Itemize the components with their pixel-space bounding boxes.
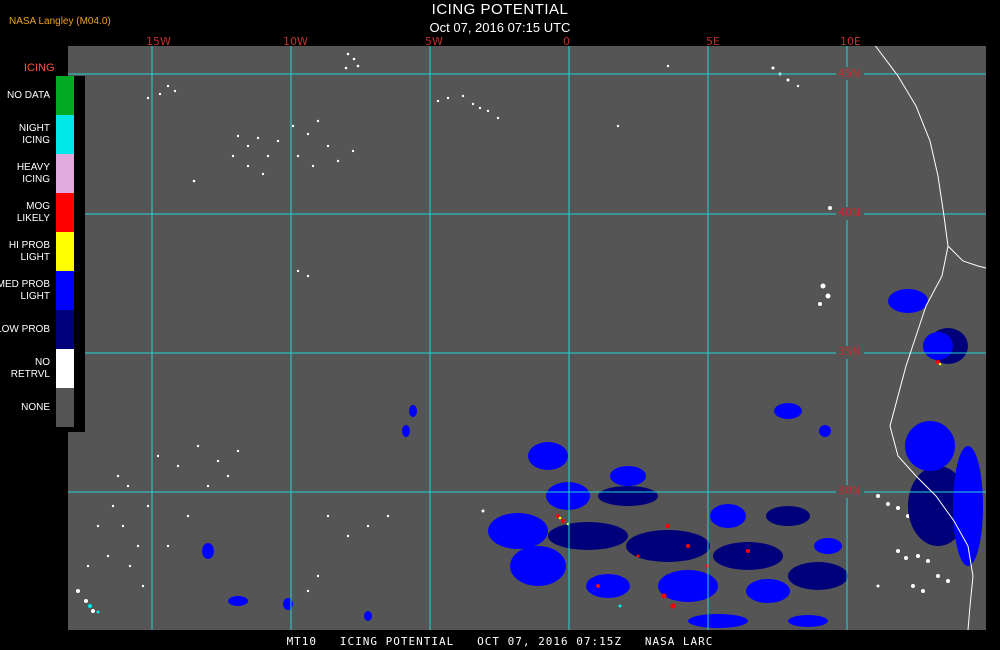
legend-swatch	[56, 154, 74, 193]
legend-swatch	[56, 76, 74, 115]
legend-item-hi-prob-light: HI PROB LIGHT	[0, 232, 78, 271]
footer-caption: MT10 ICING POTENTIAL OCT 07, 2016 07:15Z…	[286, 635, 714, 648]
source-label: NASA Langley (M04.0)	[9, 16, 111, 27]
legend-label: MED PROB LIGHT	[0, 278, 50, 302]
legend-label: HEAVY ICING	[16, 161, 50, 185]
map-area[interactable]: 45N 40N 35N 30N	[68, 46, 986, 630]
legend-label: LOW PROB	[0, 323, 50, 335]
legend-swatch	[56, 232, 74, 271]
legend-label: NO DATA	[7, 89, 50, 101]
chart-title: ICING POTENTIAL	[431, 1, 569, 18]
legend-label: NO RETRVL	[10, 356, 50, 380]
lat-label: 45N	[838, 67, 861, 80]
legend-item-heavy-icing: HEAVY ICING	[0, 154, 78, 193]
legend-item-no-data: NO DATA	[0, 76, 78, 115]
lat-label: 30N	[838, 484, 861, 497]
legend-item-med-prob-light: MED PROB LIGHT	[0, 271, 78, 310]
legend-item-mog-likely: MOG LIKELY	[0, 193, 78, 232]
legend-item-low-prob: LOW PROB	[0, 310, 78, 349]
legend-label: HI PROB LIGHT	[8, 239, 50, 263]
legend-label: NIGHT ICING	[18, 122, 50, 146]
lat-label: 35N	[838, 345, 861, 358]
legend-item-no-retrvl: NO RETRVL	[0, 349, 78, 388]
legend-title: ICING	[24, 62, 55, 74]
legend-swatch	[56, 388, 74, 427]
map-canvas	[68, 46, 986, 630]
legend-item-none: NONE	[0, 388, 78, 427]
timestamp: Oct 07, 2016 07:15 UTC	[429, 20, 571, 35]
legend: NO DATA NIGHT ICING HEAVY ICING MOG LIKE…	[0, 76, 85, 432]
legend-swatch	[56, 349, 74, 388]
lat-label: 40N	[838, 206, 861, 219]
legend-label: MOG LIKELY	[16, 200, 50, 224]
legend-label: NONE	[21, 401, 50, 413]
legend-swatch	[56, 310, 74, 349]
legend-swatch	[56, 115, 74, 154]
legend-swatch	[56, 271, 74, 310]
legend-item-night-icing: NIGHT ICING	[0, 115, 78, 154]
legend-swatch	[56, 193, 74, 232]
